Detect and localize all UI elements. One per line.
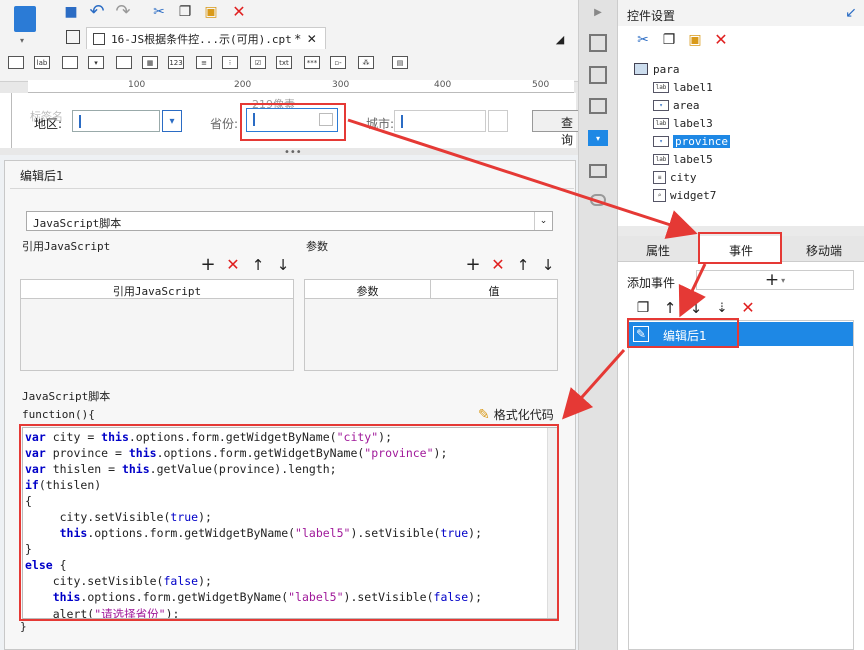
arrow-events-to-item [678,263,707,318]
arrow-item-to-code [562,349,626,420]
arrow-province-to-events [347,118,698,239]
annotation-arrows [347,118,707,420]
